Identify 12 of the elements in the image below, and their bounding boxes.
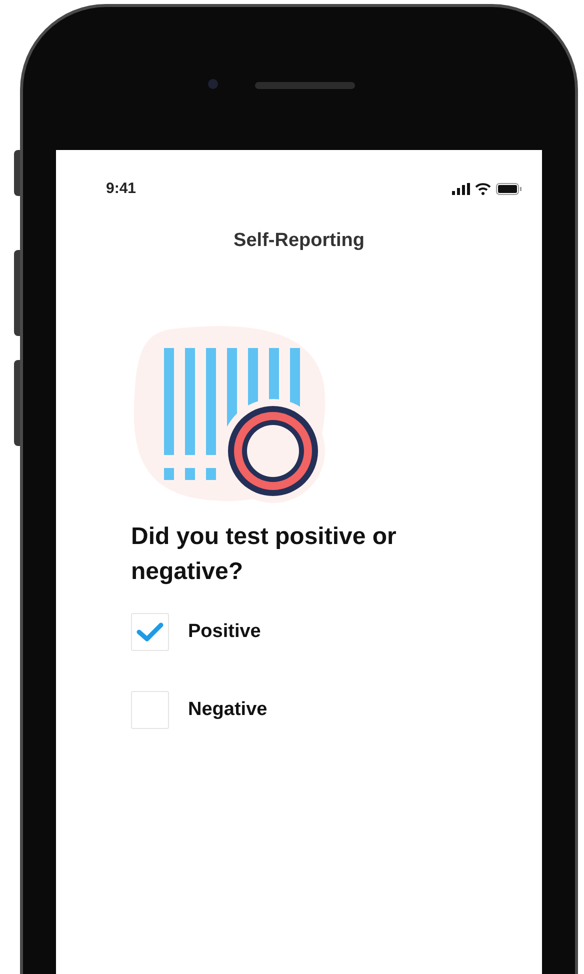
signal-icon xyxy=(452,183,470,196)
checkmark-icon xyxy=(136,622,164,642)
option-label: Negative xyxy=(188,698,268,722)
wifi-icon xyxy=(475,183,491,196)
question-text: Did you test positive or negative? xyxy=(131,522,398,587)
checkbox[interactable] xyxy=(131,691,169,729)
camera-icon xyxy=(208,79,218,89)
screen-title: Self-Reporting xyxy=(234,228,364,252)
checkbox[interactable] xyxy=(131,613,169,651)
battery-icon xyxy=(496,183,522,196)
status-time: 9:41 xyxy=(106,179,136,199)
option-label: Positive xyxy=(188,620,261,644)
